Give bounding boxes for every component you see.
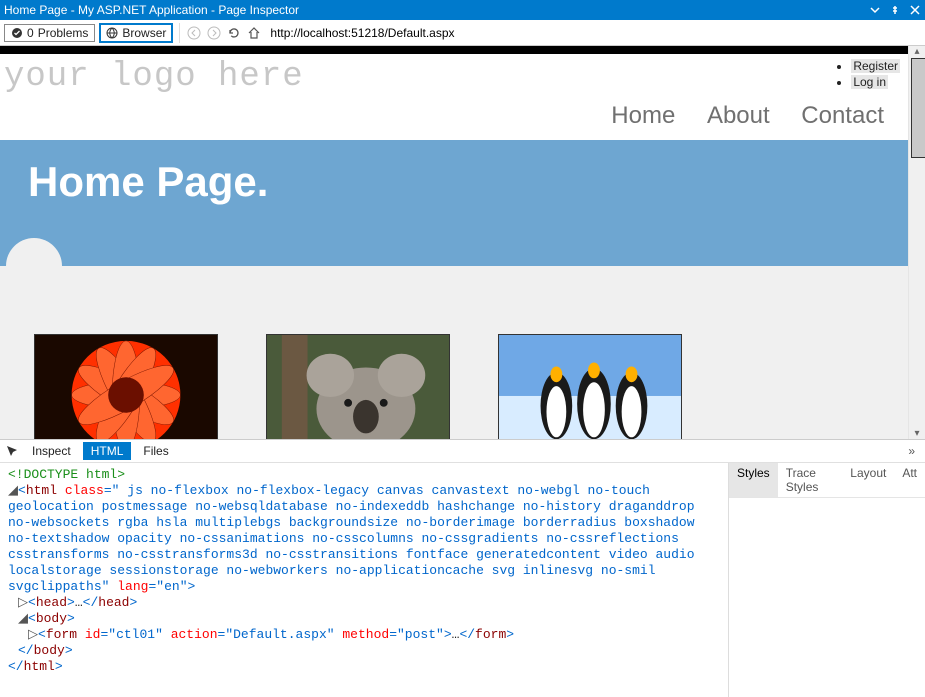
separator — [179, 23, 180, 43]
home-button[interactable] — [246, 25, 262, 41]
dom-tree[interactable]: <!DOCTYPE html> ◢<html class=" js no-fle… — [0, 463, 728, 697]
problems-label: Problems — [38, 26, 89, 40]
vertical-scrollbar[interactable]: ▴ ▾ — [908, 46, 925, 439]
dom-doctype: <!DOCTYPE html> — [8, 467, 125, 482]
toolbar: 0 Problems Browser — [0, 20, 925, 46]
globe-icon — [106, 27, 118, 39]
login-link[interactable]: Log in — [851, 75, 888, 89]
hero-banner: Home Page. — [0, 140, 908, 266]
browser-toggle[interactable]: Browser — [99, 23, 173, 43]
logo-placeholder: your logo here — [2, 58, 304, 96]
page-title: Home Page. — [28, 158, 880, 206]
scroll-down-arrow[interactable]: ▾ — [909, 428, 925, 439]
gallery-image-penguins — [498, 334, 682, 439]
dropdown-icon[interactable] — [869, 4, 881, 16]
side-tab-styles[interactable]: Styles — [729, 463, 778, 497]
side-tab-layout[interactable]: Layout — [842, 463, 894, 497]
expand-toggle[interactable]: ◢ — [18, 611, 28, 627]
close-icon[interactable] — [909, 4, 921, 16]
nav-contact[interactable]: Contact — [801, 102, 884, 130]
address-bar[interactable] — [266, 24, 921, 42]
check-circle-icon — [11, 27, 23, 39]
register-link[interactable]: Register — [851, 59, 900, 73]
top-black-bar — [0, 46, 908, 54]
window-titlebar: Home Page - My ASP.NET Application - Pag… — [0, 0, 925, 20]
expand-toggle[interactable]: ▷ — [28, 627, 38, 643]
gallery-image-flower — [34, 334, 218, 439]
inspector-panel: Inspect HTML Files » <!DOCTYPE html> ◢<h… — [0, 439, 925, 697]
browser-label: Browser — [122, 26, 166, 40]
side-tab-attributes[interactable]: Att — [894, 463, 925, 497]
problems-count: 0 — [27, 26, 34, 40]
expand-toggle[interactable]: ▷ — [18, 595, 28, 611]
styles-panel: Styles Trace Styles Layout Att — [728, 463, 925, 697]
pin-icon[interactable] — [889, 4, 901, 16]
collapse-chevrons-icon[interactable]: » — [908, 444, 921, 458]
window-title: Home Page - My ASP.NET Application - Pag… — [4, 3, 299, 17]
refresh-button[interactable] — [226, 25, 242, 41]
scroll-up-arrow[interactable]: ▴ — [909, 46, 925, 57]
nav-about[interactable]: About — [707, 102, 770, 130]
element-picker-icon[interactable] — [4, 443, 20, 459]
tab-html[interactable]: HTML — [83, 442, 132, 460]
scroll-thumb[interactable] — [911, 58, 925, 158]
image-gallery — [0, 266, 908, 439]
problems-chip[interactable]: 0 Problems — [4, 24, 95, 42]
side-tab-trace[interactable]: Trace Styles — [778, 463, 843, 497]
gallery-image-koala — [266, 334, 450, 439]
tab-files[interactable]: Files — [135, 442, 176, 460]
account-links: Register Log in — [833, 58, 900, 90]
page-viewport: your logo here Register Log in Home Abou… — [0, 46, 908, 439]
expand-toggle[interactable]: ◢ — [8, 483, 18, 499]
back-button[interactable] — [186, 25, 202, 41]
nav-home[interactable]: Home — [611, 102, 675, 130]
forward-button[interactable] — [206, 25, 222, 41]
main-nav: Home About Contact — [0, 96, 908, 140]
tab-inspect[interactable]: Inspect — [24, 442, 79, 460]
hero-circle-decoration — [6, 238, 62, 294]
